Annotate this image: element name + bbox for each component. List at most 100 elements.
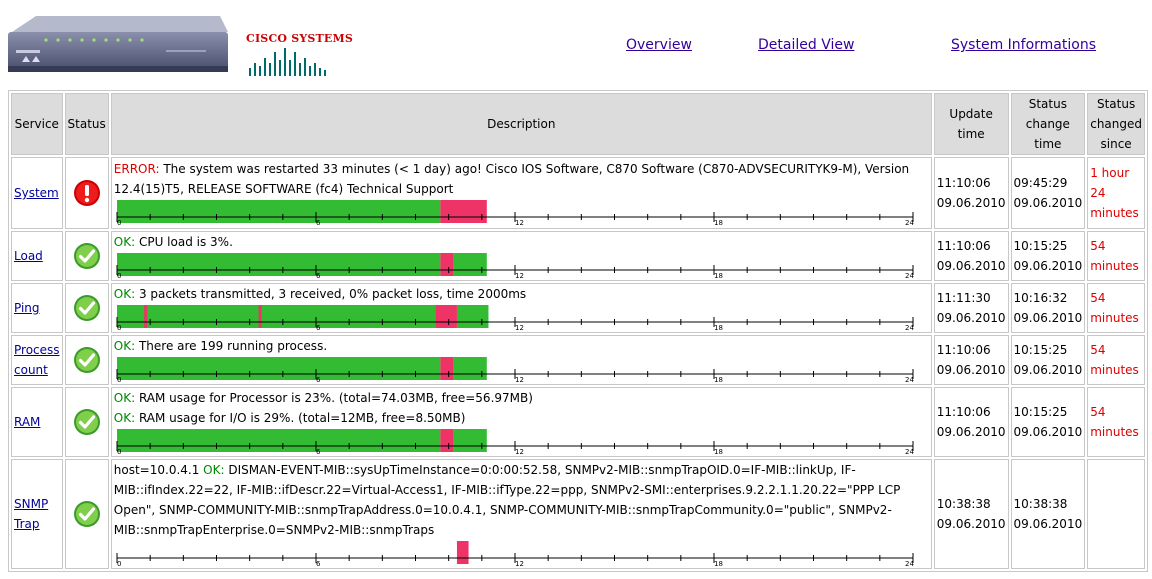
timeline-tick-label: 12 [515, 560, 524, 568]
change-time: 10:15:25 [1013, 405, 1068, 419]
status-timeline: 0 6 12 18 24 [114, 304, 929, 332]
nav-overview-link[interactable]: Overview [626, 37, 692, 53]
update-time-cell: 11:10:06 09.06.2010 [933, 157, 1009, 229]
timeline-tick-label: 6 [316, 219, 321, 227]
timeline-chart: 0 6 12 18 24 [116, 305, 914, 332]
status-change-time-cell: 10:38:38 09.06.2010 [1010, 459, 1086, 569]
table-header-row: Service Status Description Update time S… [11, 93, 1145, 155]
update-date: 09.06.2010 [936, 196, 1006, 210]
ok-status-icon [73, 501, 100, 527]
description-message: RAM usage for Processor is 23%. (total=7… [135, 391, 533, 405]
nav-detailed-view-link[interactable]: Detailed View [758, 37, 854, 53]
update-date: 09.06.2010 [936, 311, 1006, 325]
timeline-tick-label: 18 [714, 272, 723, 280]
col-header-description[interactable]: Description [110, 93, 932, 155]
timeline-tick-label: 18 [714, 219, 723, 227]
update-date: 09.06.2010 [936, 517, 1006, 531]
update-time-cell: 11:11:30 09.06.2010 [933, 283, 1009, 333]
status-changed-since-cell: 54 minutes [1087, 335, 1145, 385]
update-date: 09.06.2010 [936, 425, 1006, 439]
description-message: DISMAN-EVENT-MIB::sysUpTimeInstance=0:0:… [113, 463, 901, 537]
service-link-load[interactable]: Load [14, 249, 43, 263]
nav-system-informations-link[interactable]: System Informations [951, 37, 1096, 53]
status-cell [64, 283, 109, 333]
status-prefix: ERROR: [113, 162, 160, 176]
timeline-tick-label: 24 [905, 448, 914, 456]
table-row: RAM OK: RAM usage for Processor is 23%. … [11, 387, 1145, 457]
update-time-cell: 11:10:06 09.06.2010 [933, 387, 1009, 457]
table-row: System ERROR: The system was restarted 3… [11, 157, 1145, 229]
status-prefix: OK: [113, 287, 136, 301]
col-header-status[interactable]: Status [64, 93, 109, 155]
change-time: 09:45:29 [1013, 176, 1068, 190]
timeline-tick-label: 24 [905, 560, 914, 568]
service-link-ping[interactable]: Ping [14, 301, 40, 315]
description-message: 3 packets transmitted, 3 received, 0% pa… [135, 287, 527, 301]
update-time: 11:10:06 [936, 405, 991, 419]
status-timeline: 0 6 12 18 24 [114, 199, 929, 227]
since-value: 54 [1090, 405, 1106, 419]
timeline-tick-label: 0 [117, 272, 121, 280]
change-time: 10:15:25 [1013, 343, 1068, 357]
status-prefix: OK: [203, 463, 225, 477]
status-timeline: 0 6 12 18 24 [114, 540, 929, 568]
service-link-snmp-trap[interactable]: SNMP Trap [14, 497, 48, 531]
description-text: host=10.0.4.1 OK: DISMAN-EVENT-MIB::sysU… [114, 460, 929, 540]
status-changed-since-cell: 54 minutes [1087, 283, 1145, 333]
timeline-tick-label: 24 [905, 219, 914, 227]
host-prefix: host=10.0.4.1 [113, 463, 204, 477]
since-hours: 1 hour [1090, 166, 1130, 180]
service-link-system[interactable]: System [14, 186, 59, 200]
col-header-update-time[interactable]: Update time [933, 93, 1009, 155]
timeline-tick-label: 6 [316, 376, 321, 384]
update-time: 11:10:06 [936, 343, 991, 357]
description-cell: OK: CPU load is 3%. 0 6 12 18 24 [110, 231, 932, 281]
description-message: The system was restarted 33 minutes (< 1… [113, 162, 910, 196]
timeline-tick-label: 18 [714, 560, 723, 568]
timeline-segment-error [440, 429, 454, 452]
col-header-service[interactable]: Service [11, 93, 63, 155]
description-text: OK: 3 packets transmitted, 3 received, 0… [114, 284, 929, 304]
description-cell: ERROR: The system was restarted 33 minut… [110, 157, 932, 229]
timeline-segment-ok [116, 305, 436, 328]
timeline-tick-label: 24 [905, 376, 914, 384]
change-date: 09.06.2010 [1013, 425, 1083, 439]
timeline-chart: 0 6 12 18 24 [116, 253, 914, 280]
header: CISCO SYSTEMS Overview Detailed View Sys… [0, 0, 1152, 88]
timeline-tick-label: 0 [117, 376, 121, 384]
status-cell [64, 387, 109, 457]
error-status-icon [73, 180, 100, 206]
update-time-cell: 11:10:06 09.06.2010 [933, 335, 1009, 385]
update-time: 11:10:06 [936, 176, 991, 190]
since-value: 24 [1090, 186, 1106, 200]
timeline-tick-label: 18 [714, 324, 723, 332]
description-cell: OK: RAM usage for Processor is 23%. (tot… [110, 387, 932, 457]
col-header-status-changed-since[interactable]: Status changed since [1087, 93, 1145, 155]
service-link-process-count[interactable]: Process count [14, 343, 60, 377]
timeline-tick-label: 12 [515, 272, 524, 280]
timeline-tick-label: 12 [515, 376, 524, 384]
update-time-cell: 11:10:06 09.06.2010 [933, 231, 1009, 281]
status-changed-since-cell: 54 minutes [1087, 387, 1145, 457]
since-value: 54 [1090, 239, 1106, 253]
timeline-segment-error [435, 305, 457, 328]
timeline-tick-label: 24 [905, 272, 914, 280]
timeline-tick-label: 0 [117, 448, 121, 456]
timeline-tick-label: 12 [515, 219, 524, 227]
update-time: 10:38:38 [936, 497, 991, 511]
timeline-segment-ok [116, 200, 441, 223]
service-label-line2: Trap [14, 517, 40, 531]
timeline-tick-label: 0 [117, 560, 121, 568]
description-cell: OK: 3 packets transmitted, 3 received, 0… [110, 283, 932, 333]
status-prefix-2: OK: [113, 411, 136, 425]
description-text-2: OK: RAM usage for I/O is 29%. (total=12M… [114, 408, 929, 428]
timeline-chart: 0 6 12 18 24 [116, 357, 914, 384]
change-date: 09.06.2010 [1013, 311, 1083, 325]
col-header-status-change-time[interactable]: Status change time [1010, 93, 1086, 155]
timeline-event-mark [258, 305, 262, 328]
timeline-segment-error [456, 541, 469, 564]
services-table: Service Status Description Update time S… [8, 90, 1148, 572]
change-date: 09.06.2010 [1013, 363, 1083, 377]
service-link-ram[interactable]: RAM [14, 415, 40, 429]
table-row: Ping OK: 3 packets transmitted, 3 receiv… [11, 283, 1145, 333]
